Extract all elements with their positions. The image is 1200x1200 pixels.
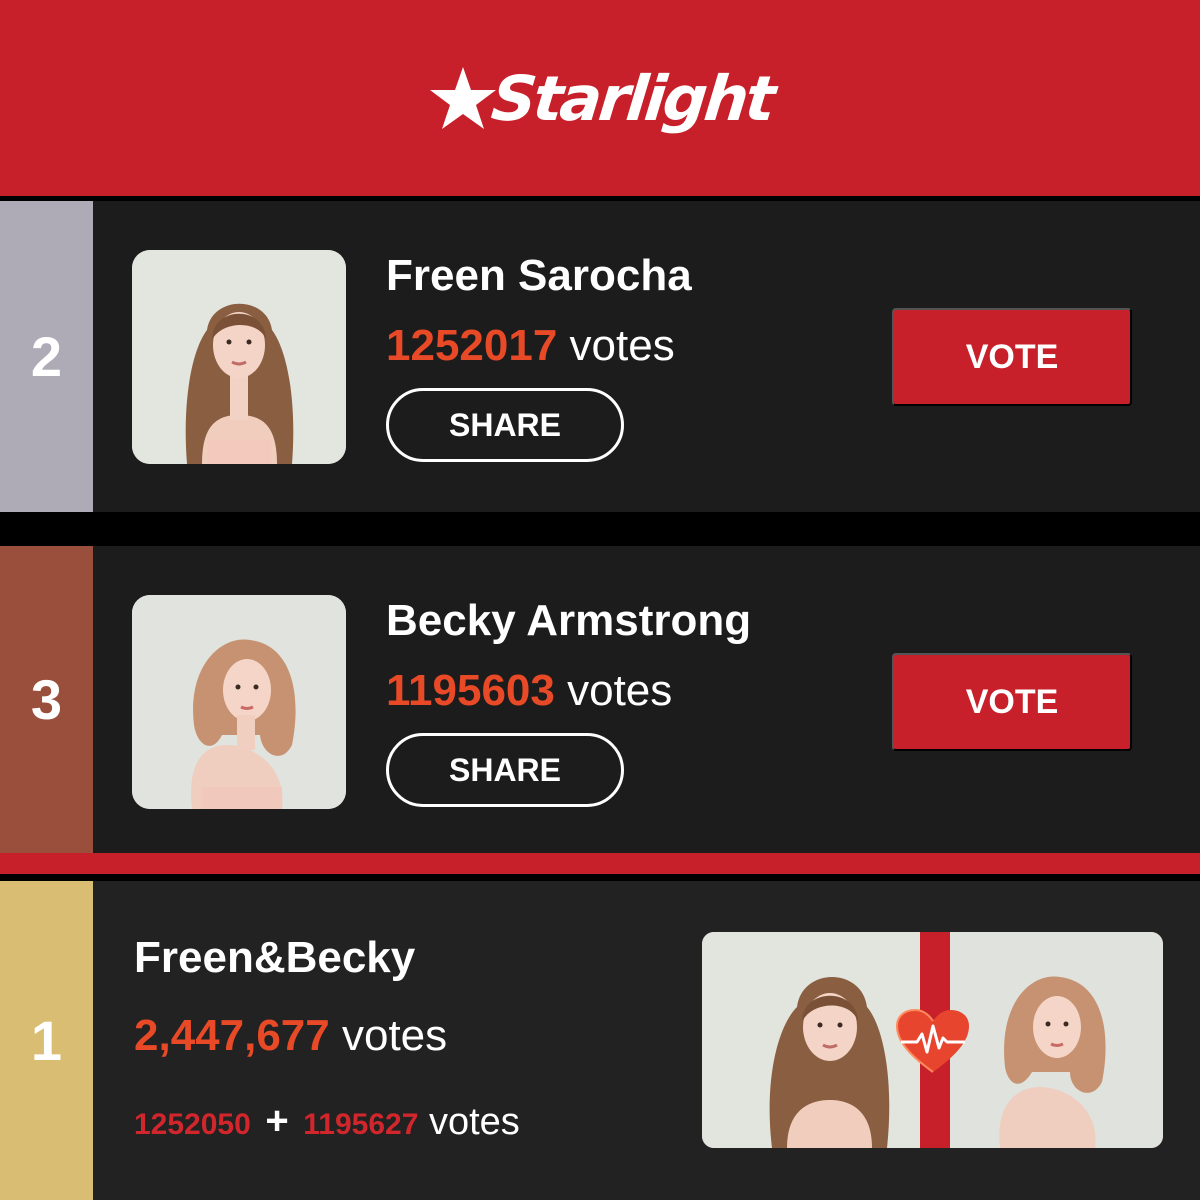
star-icon: [429, 67, 496, 129]
ranking-card-3: 3 Becky Armstrong 1195603 votes SHARE VO…: [0, 546, 1200, 853]
vote-count: 1195603 votes: [386, 666, 672, 716]
avatar-becky: [132, 595, 346, 809]
section-divider: [0, 853, 1200, 874]
votes-suffix: votes: [567, 666, 673, 715]
contestant-name: Becky Armstrong: [386, 596, 752, 645]
starlight-logo[interactable]: Starlight: [428, 62, 776, 135]
votes-suffix: votes: [569, 321, 675, 370]
votes-suffix: votes: [341, 1011, 448, 1060]
plus-sign: +: [265, 1099, 289, 1143]
avatar-freen: [132, 250, 346, 464]
contestant-name: Freen Sarocha: [386, 251, 692, 300]
vote-breakdown: 1252050 + 1195627 votes: [134, 1099, 520, 1144]
vote-part-a: 1252050: [134, 1108, 251, 1141]
vote-count: 1252017 votes: [386, 321, 675, 371]
couple-vote-count: 2,447,677 votes: [134, 1011, 447, 1061]
vote-number: 1195603: [386, 666, 555, 715]
rank-number: 3: [0, 546, 93, 853]
vote-number: 1252017: [386, 321, 558, 370]
rank-number: 1: [0, 881, 93, 1200]
couple-photo: [702, 932, 1163, 1148]
couple-vote-number: 2,447,677: [134, 1011, 330, 1060]
vote-button[interactable]: VOTE: [892, 308, 1132, 406]
ranking-card-2: 2 Freen Sarocha 1252017 votes SHARE VOTE: [0, 201, 1200, 512]
rank-number: 2: [0, 201, 93, 512]
vote-part-b: 1195627: [303, 1108, 419, 1141]
ranking-card-1: 1 Freen&Becky 2,447,677 votes 1252050 + …: [0, 881, 1200, 1200]
logo-text: Starlight: [487, 61, 777, 135]
share-button[interactable]: SHARE: [386, 388, 624, 462]
couple-name: Freen&Becky: [134, 933, 416, 982]
votes-suffix: votes: [428, 1101, 520, 1143]
share-button[interactable]: SHARE: [386, 733, 624, 807]
vote-button[interactable]: VOTE: [892, 653, 1132, 751]
app-header: Starlight: [0, 0, 1200, 196]
heart-pulse-icon: [895, 1008, 969, 1073]
